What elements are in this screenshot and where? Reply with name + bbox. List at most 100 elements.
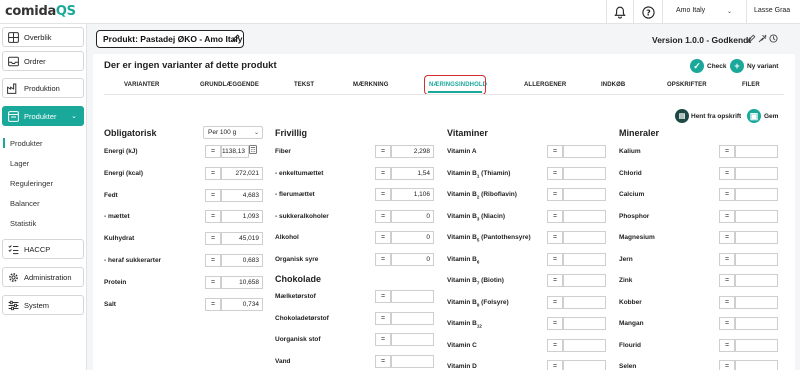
value-input[interactable]: 2,298 bbox=[391, 145, 434, 158]
value-input[interactable]: 1,54 bbox=[391, 166, 434, 180]
value-input[interactable]: 1138,13 bbox=[221, 145, 249, 158]
check-label[interactable]: Check bbox=[707, 63, 727, 70]
value-input[interactable] bbox=[563, 360, 606, 370]
operator-button[interactable]: = bbox=[719, 274, 735, 287]
new-variant-button[interactable]: + bbox=[730, 59, 744, 73]
tab-indkoeb[interactable]: INDKØB bbox=[601, 82, 625, 88]
operator-button[interactable]: = bbox=[719, 317, 735, 330]
submenu-item-balancer[interactable]: Balancer bbox=[10, 199, 40, 208]
value-input[interactable] bbox=[735, 274, 778, 287]
operator-button[interactable]: = bbox=[205, 254, 221, 267]
operator-button[interactable]: = bbox=[375, 209, 391, 223]
value-input[interactable] bbox=[563, 274, 606, 287]
operator-button[interactable]: = bbox=[719, 252, 735, 266]
history-icon[interactable] bbox=[769, 34, 778, 45]
tab-filer[interactable]: FILER bbox=[742, 82, 760, 88]
value-input[interactable] bbox=[563, 252, 606, 266]
operator-button[interactable]: = bbox=[719, 145, 735, 158]
value-input[interactable]: 45,019 bbox=[221, 232, 263, 246]
submenu-item-statistik[interactable]: Statistik bbox=[10, 219, 36, 228]
value-input[interactable]: 4,683 bbox=[221, 188, 263, 202]
operator-button[interactable]: = bbox=[547, 252, 563, 266]
sidebar-item-administration[interactable]: Administration bbox=[2, 267, 84, 287]
operator-button[interactable]: = bbox=[547, 295, 563, 309]
check-button[interactable]: ✓ bbox=[690, 59, 704, 73]
value-input[interactable] bbox=[563, 188, 606, 201]
tab-opskrifter[interactable]: OPSKRIFTER bbox=[667, 82, 707, 88]
operator-button[interactable]: = bbox=[205, 145, 221, 158]
sidebar-item-produkter[interactable]: Produkter ⌄ bbox=[2, 106, 84, 126]
operator-button[interactable]: = bbox=[547, 338, 563, 352]
operator-button[interactable]: = bbox=[719, 188, 735, 201]
value-input[interactable] bbox=[735, 295, 778, 309]
value-input[interactable]: 0,683 bbox=[221, 254, 263, 267]
value-input[interactable]: 10,658 bbox=[221, 275, 263, 289]
value-input[interactable] bbox=[563, 338, 606, 352]
value-input[interactable] bbox=[735, 145, 778, 158]
value-input[interactable] bbox=[563, 295, 606, 309]
operator-button[interactable]: = bbox=[719, 231, 735, 244]
operator-button[interactable]: = bbox=[719, 360, 735, 370]
operator-button[interactable]: = bbox=[375, 311, 391, 325]
operator-button[interactable]: = bbox=[205, 232, 221, 246]
sidebar-item-ordrer[interactable]: Ordrer bbox=[2, 51, 84, 71]
operator-button[interactable]: = bbox=[375, 188, 391, 202]
app-logo[interactable]: comidaQS bbox=[5, 4, 76, 19]
bell-icon[interactable] bbox=[612, 4, 628, 20]
value-input[interactable]: 0 bbox=[391, 231, 434, 245]
chevron-down-icon[interactable]: ⌄ bbox=[727, 8, 732, 15]
value-input[interactable]: 0 bbox=[391, 209, 434, 223]
value-input[interactable] bbox=[391, 333, 434, 346]
operator-button[interactable]: = bbox=[547, 317, 563, 330]
operator-button[interactable]: = bbox=[375, 145, 391, 158]
save-button[interactable]: ▣ bbox=[747, 109, 761, 123]
sidebar-item-haccp[interactable]: HACCP bbox=[2, 239, 84, 259]
operator-button[interactable]: = bbox=[375, 333, 391, 346]
submenu-item-reguleringer[interactable]: Reguleringer bbox=[10, 179, 53, 188]
operator-button[interactable]: = bbox=[547, 166, 563, 180]
value-input[interactable]: 0 bbox=[391, 253, 434, 266]
unit-select[interactable]: Per 100 g ⌄ bbox=[203, 126, 263, 139]
operator-button[interactable]: = bbox=[547, 360, 563, 370]
value-input[interactable] bbox=[391, 354, 434, 368]
value-input[interactable] bbox=[735, 166, 778, 180]
value-input[interactable] bbox=[563, 231, 606, 244]
value-input[interactable] bbox=[391, 311, 434, 325]
operator-button[interactable]: = bbox=[547, 274, 563, 287]
operator-button[interactable]: = bbox=[375, 354, 391, 368]
operator-button[interactable]: = bbox=[719, 338, 735, 352]
pencil-icon[interactable] bbox=[232, 34, 240, 44]
operator-button[interactable]: = bbox=[205, 210, 221, 224]
operator-button[interactable]: = bbox=[375, 231, 391, 245]
operator-button[interactable]: = bbox=[719, 166, 735, 180]
sidebar-item-system[interactable]: System bbox=[2, 295, 84, 315]
calculator-icon[interactable] bbox=[249, 145, 257, 156]
operator-button[interactable]: = bbox=[719, 295, 735, 309]
company-selector[interactable]: Amo Italy bbox=[676, 7, 705, 14]
value-input[interactable] bbox=[563, 317, 606, 330]
tab-maerkning[interactable]: MÆRKNING bbox=[353, 82, 388, 88]
new-variant-label[interactable]: Ny variant bbox=[747, 63, 778, 70]
operator-button[interactable]: = bbox=[719, 209, 735, 223]
fetch-recipe-label[interactable]: Hent fra opskrift bbox=[691, 113, 741, 120]
value-input[interactable] bbox=[735, 317, 778, 330]
value-input[interactable] bbox=[735, 360, 778, 370]
operator-button[interactable]: = bbox=[205, 297, 221, 311]
save-label[interactable]: Gem bbox=[764, 113, 778, 120]
sidebar-item-overblik[interactable]: Overblik bbox=[2, 27, 84, 47]
value-input[interactable] bbox=[391, 290, 434, 303]
product-title-box[interactable]: Produkt: Pastadej ØKO - Amo Italy bbox=[96, 30, 244, 48]
value-input[interactable] bbox=[563, 145, 606, 158]
value-input[interactable] bbox=[735, 231, 778, 244]
help-icon[interactable]: ? bbox=[640, 4, 656, 20]
operator-button[interactable]: = bbox=[375, 253, 391, 266]
value-input[interactable] bbox=[735, 338, 778, 352]
tab-tekst[interactable]: TEKST bbox=[294, 82, 314, 88]
value-input[interactable] bbox=[563, 209, 606, 223]
value-input[interactable]: 1,093 bbox=[221, 210, 263, 224]
operator-button[interactable]: = bbox=[205, 188, 221, 202]
operator-button[interactable]: = bbox=[205, 275, 221, 289]
tab-allergener[interactable]: ALLERGENER bbox=[524, 82, 566, 88]
operator-button[interactable]: = bbox=[205, 166, 221, 180]
value-input[interactable] bbox=[735, 209, 778, 223]
